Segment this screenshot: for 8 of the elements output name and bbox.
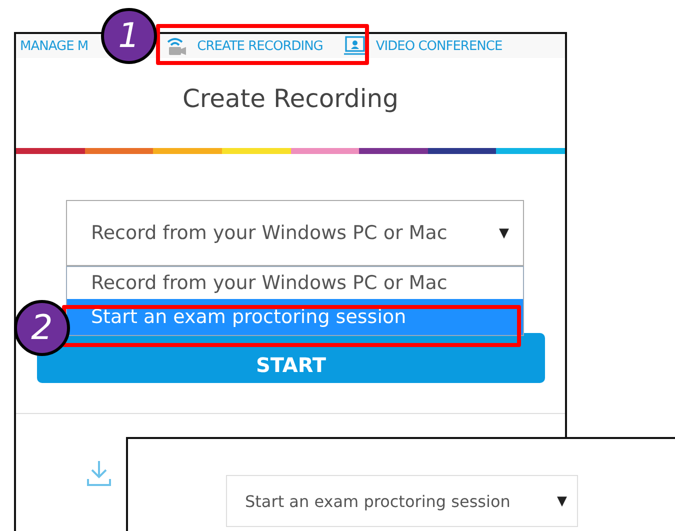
nav-link[interactable]: CREATE RECORDING xyxy=(166,36,323,56)
recording-type-dropdown[interactable]: Start an exam proctoring session ▼ xyxy=(226,475,578,527)
nav-link[interactable]: MANAGE M xyxy=(20,38,88,54)
dialog-title: Create Recording xyxy=(181,83,400,115)
recording-type-dropdown[interactable]: Record from your Windows PC or Mac ▼ xyxy=(66,200,524,266)
nav-link[interactable]: VIDEO CONFERENCE xyxy=(342,36,502,56)
step-number-badge: 1 xyxy=(101,8,157,64)
dropdown-option[interactable]: Record from your Windows PC or Mac xyxy=(67,267,523,299)
